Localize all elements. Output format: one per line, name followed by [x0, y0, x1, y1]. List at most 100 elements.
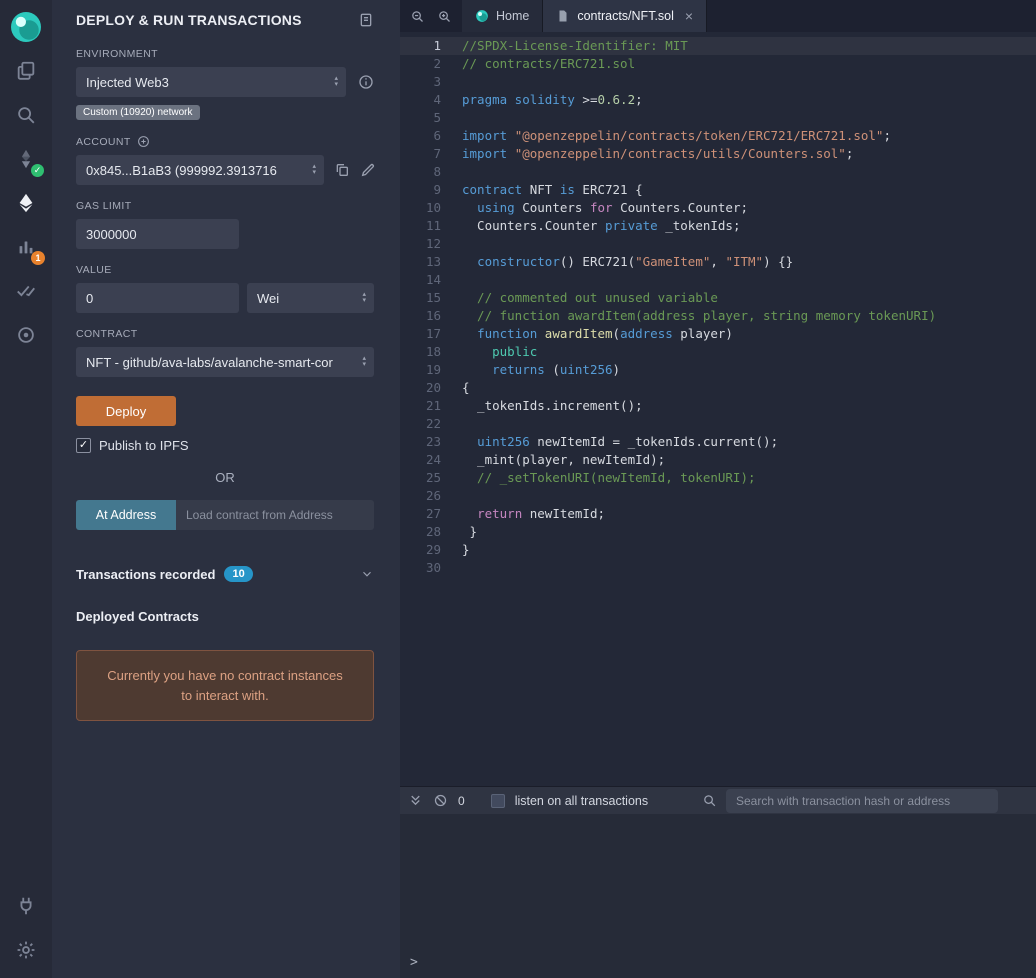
plugin-manager-icon[interactable] — [7, 887, 45, 925]
transactions-recorded-toggle[interactable]: Transactions recorded 10 — [76, 566, 374, 582]
code-line[interactable]: 2// contracts/ERC721.sol — [400, 55, 1036, 73]
expand-terminal-icon[interactable] — [408, 793, 423, 808]
code-line[interactable]: 11 Counters.Counter private _tokenIds; — [400, 217, 1036, 235]
zoom-in-icon[interactable] — [437, 9, 452, 24]
deploy-run-icon[interactable] — [7, 184, 45, 222]
remix-app: ✓ 1 DEPLOY & RUN TRANSACTIONS — [0, 0, 1036, 978]
gas-limit-input[interactable] — [76, 219, 239, 249]
code-text: uint256 newItemId = _tokenIds.current(); — [462, 433, 1036, 451]
file-explorer-icon[interactable] — [7, 52, 45, 90]
environment-select[interactable]: Injected Web3 ▴▾ — [76, 67, 346, 97]
zoom-out-icon[interactable] — [410, 9, 425, 24]
code-text: // commented out unused variable — [462, 289, 1036, 307]
tab-home[interactable]: Home — [462, 0, 543, 32]
code-line[interactable]: 13 constructor() ERC721("GameItem", "ITM… — [400, 253, 1036, 271]
deploy-button[interactable]: Deploy — [76, 396, 176, 426]
line-number: 30 — [400, 559, 462, 577]
code-line[interactable]: 21 _tokenIds.increment(); — [400, 397, 1036, 415]
code-line[interactable]: 18 public — [400, 343, 1036, 361]
code-line[interactable]: 1//SPDX-License-Identifier: MIT — [400, 37, 1036, 55]
add-account-icon[interactable] — [137, 135, 150, 148]
environment-info-icon[interactable] — [358, 74, 374, 90]
code-text: import "@openzeppelin/contracts/utils/Co… — [462, 145, 1036, 163]
code-line[interactable]: 28 } — [400, 523, 1036, 541]
at-address-button[interactable]: At Address — [76, 500, 176, 530]
copy-account-icon[interactable] — [334, 162, 350, 178]
code-line[interactable]: 20{ — [400, 379, 1036, 397]
code-line[interactable]: 14 — [400, 271, 1036, 289]
code-text: // _setTokenURI(newItemId, tokenURI); — [462, 469, 1036, 487]
code-line[interactable]: 26 — [400, 487, 1036, 505]
code-line[interactable]: 16 // function awardItem(address player,… — [400, 307, 1036, 325]
code-text: Counters.Counter private _tokenIds; — [462, 217, 1036, 235]
code-text — [462, 415, 1036, 433]
code-line[interactable]: 6import "@openzeppelin/contracts/token/E… — [400, 127, 1036, 145]
code-line[interactable]: 24 _mint(player, newItemId); — [400, 451, 1036, 469]
line-number: 9 — [400, 181, 462, 199]
select-arrows-icon: ▴▾ — [362, 356, 366, 368]
terminal-prompt: > — [410, 955, 418, 970]
tab-file-label: contracts/NFT.sol — [577, 9, 674, 23]
code-text: { — [462, 379, 1036, 397]
contract-label: CONTRACT — [76, 328, 374, 340]
contract-select[interactable]: NFT - github/ava-labs/avalanche-smart-co… — [76, 347, 374, 377]
code-line[interactable]: 5 — [400, 109, 1036, 127]
docs-icon[interactable] — [358, 12, 374, 28]
code-line[interactable]: 8 — [400, 163, 1036, 181]
code-line[interactable]: 30 — [400, 559, 1036, 577]
code-text: _mint(player, newItemId); — [462, 451, 1036, 469]
code-line[interactable]: 7import "@openzeppelin/contracts/utils/C… — [400, 145, 1036, 163]
code-editor[interactable]: 1//SPDX-License-Identifier: MIT2// contr… — [400, 32, 1036, 786]
line-number: 15 — [400, 289, 462, 307]
solidity-compiler-icon[interactable]: ✓ — [7, 140, 45, 178]
analysis-icon[interactable]: 1 — [7, 228, 45, 266]
code-line[interactable]: 22 — [400, 415, 1036, 433]
sign-message-icon[interactable] — [360, 162, 376, 178]
debugger-icon[interactable] — [7, 316, 45, 354]
transactions-recorded-label: Transactions recorded — [76, 567, 215, 582]
code-line[interactable]: 15 // commented out unused variable — [400, 289, 1036, 307]
environment-value: Injected Web3 — [86, 75, 169, 90]
value-unit-select[interactable]: Wei ▴▾ — [247, 283, 374, 313]
transactions-count-badge: 10 — [224, 566, 252, 582]
code-line[interactable]: 19 returns (uint256) — [400, 361, 1036, 379]
code-line[interactable]: 9contract NFT is ERC721 { — [400, 181, 1036, 199]
line-number: 4 — [400, 91, 462, 109]
contract-value: NFT - github/ava-labs/avalanche-smart-co… — [86, 355, 333, 370]
tab-home-label: Home — [496, 9, 529, 23]
no-instances-alert: Currently you have no contract instances… — [76, 650, 374, 721]
code-line[interactable]: 23 uint256 newItemId = _tokenIds.current… — [400, 433, 1036, 451]
account-label-row: ACCOUNT — [76, 135, 374, 148]
clear-console-icon[interactable] — [433, 793, 448, 808]
settings-icon[interactable] — [7, 931, 45, 969]
code-line[interactable]: 3 — [400, 73, 1036, 91]
code-line[interactable]: 29} — [400, 541, 1036, 559]
publish-ipfs-checkbox[interactable]: ✓ — [76, 438, 91, 453]
tab-contracts-nft-sol[interactable]: contracts/NFT.sol × — [543, 0, 707, 32]
account-select[interactable]: 0x845...B1aB3 (999992.3913716 ▴▾ — [76, 155, 324, 185]
listen-transactions-checkbox[interactable] — [491, 794, 505, 808]
code-line[interactable]: 25 // _setTokenURI(newItemId, tokenURI); — [400, 469, 1036, 487]
code-line[interactable]: 10 using Counters for Counters.Counter; — [400, 199, 1036, 217]
line-number: 23 — [400, 433, 462, 451]
value-input[interactable] — [76, 283, 239, 313]
code-line[interactable]: 27 return newItemId; — [400, 505, 1036, 523]
line-number: 25 — [400, 469, 462, 487]
code-line[interactable]: 12 — [400, 235, 1036, 253]
terminal-output[interactable]: > — [400, 814, 1036, 978]
remix-logo-icon[interactable] — [7, 8, 45, 46]
code-text: using Counters for Counters.Counter; — [462, 199, 1036, 217]
terminal-search-input[interactable] — [726, 789, 998, 813]
at-address-input[interactable] — [176, 500, 374, 530]
line-number: 22 — [400, 415, 462, 433]
code-text: } — [462, 541, 1036, 559]
publish-ipfs-row: ✓ Publish to IPFS — [76, 438, 374, 453]
account-label: ACCOUNT — [76, 136, 131, 148]
unit-testing-icon[interactable] — [7, 272, 45, 310]
code-line[interactable]: 17 function awardItem(address player) — [400, 325, 1036, 343]
select-arrows-icon: ▴▾ — [334, 76, 338, 88]
close-tab-icon[interactable]: × — [685, 9, 693, 23]
search-icon[interactable] — [7, 96, 45, 134]
code-line[interactable]: 4pragma solidity >=0.6.2; — [400, 91, 1036, 109]
deployed-contracts-heading: Deployed Contracts — [76, 609, 374, 624]
